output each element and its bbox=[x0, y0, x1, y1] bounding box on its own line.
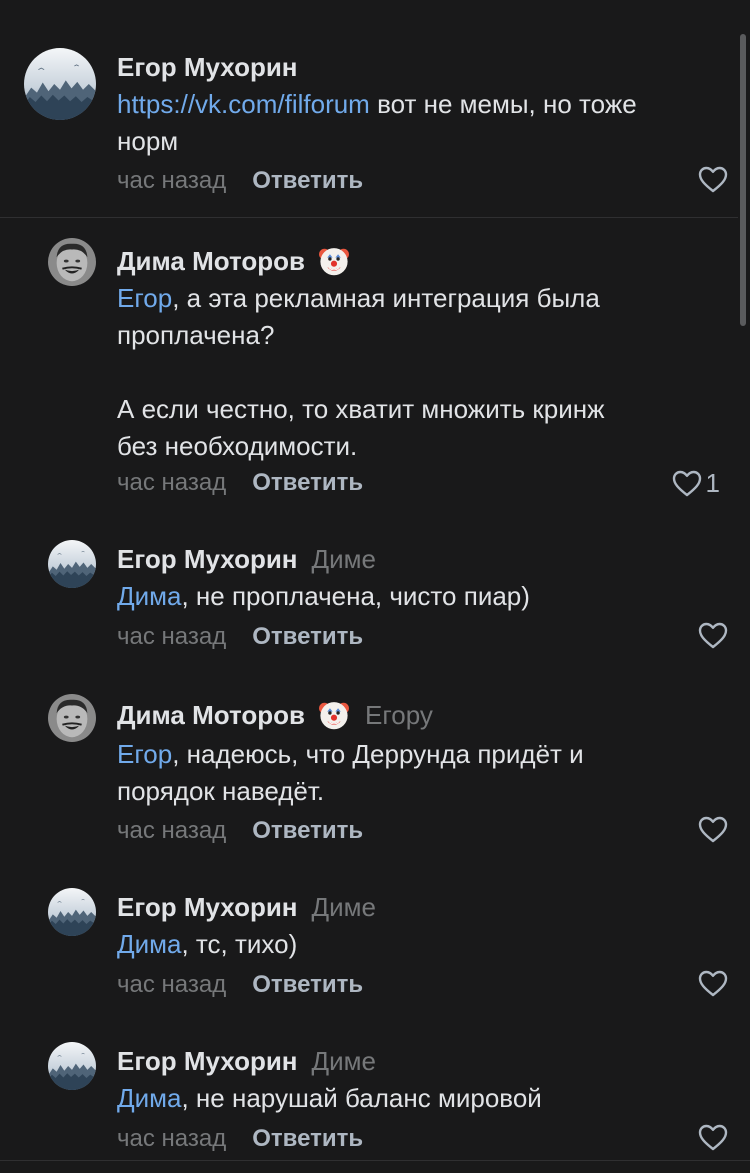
author-name[interactable]: Егор Мухорин bbox=[117, 544, 298, 574]
heart-outline-icon bbox=[672, 470, 702, 498]
comment-body: , надеюсь, что Деррунда придёт и порядок… bbox=[117, 739, 584, 806]
mention-link[interactable]: https://vk.com/filforum bbox=[117, 89, 370, 119]
comment-meta: час назад Ответить bbox=[117, 1124, 363, 1154]
avatar[interactable] bbox=[24, 48, 96, 120]
comment-body: , не нарушай баланс мировой bbox=[181, 1083, 542, 1113]
reply-to-label[interactable]: Диме bbox=[312, 892, 376, 922]
comment-time: час назад bbox=[117, 1125, 227, 1152]
like-button[interactable] bbox=[698, 166, 732, 194]
author-name[interactable]: Егор Мухорин bbox=[117, 892, 298, 922]
reply-button[interactable]: Ответить bbox=[252, 1125, 363, 1152]
reply-button[interactable]: Ответить bbox=[252, 971, 363, 998]
clown-emoji-icon bbox=[317, 698, 351, 732]
mention-link[interactable]: Егор bbox=[117, 739, 172, 769]
comment-body: , не проплачена, чисто пиар) bbox=[181, 581, 530, 611]
mention-link[interactable]: Егор bbox=[117, 283, 172, 313]
heart-outline-icon bbox=[698, 622, 728, 650]
comment-author-line: Дима Моторов bbox=[117, 244, 351, 278]
mention-link[interactable]: Дима bbox=[117, 581, 181, 611]
comment-text: Дима, не проплачена, чисто пиар) bbox=[117, 578, 717, 615]
comment-meta: час назад Ответить bbox=[117, 622, 363, 652]
comment-author-line: Егор Мухорин Диме bbox=[117, 1046, 376, 1076]
comment-text: Егор, надеюсь, что Деррунда придёт и пор… bbox=[117, 736, 717, 810]
like-button[interactable]: 1 bbox=[672, 468, 720, 499]
like-button[interactable] bbox=[698, 1124, 732, 1152]
comment-author-line: Егор Мухорин bbox=[117, 52, 298, 82]
comment-time: час назад bbox=[117, 167, 227, 194]
like-button[interactable] bbox=[698, 816, 732, 844]
like-button[interactable] bbox=[698, 622, 732, 650]
comment-time: час назад bbox=[117, 971, 227, 998]
comment-meta: час назад Ответить bbox=[117, 468, 363, 498]
comment-meta: час назад Ответить bbox=[117, 970, 363, 1000]
heart-outline-icon bbox=[698, 816, 728, 844]
author-name[interactable]: Дима Моторов bbox=[117, 700, 305, 730]
reply-button[interactable]: Ответить bbox=[252, 469, 363, 496]
comment-body: , а эта рекламная интеграция была пропла… bbox=[117, 283, 605, 461]
scrollbar[interactable] bbox=[740, 34, 746, 326]
separator bbox=[0, 1160, 750, 1161]
reply-to-label[interactable]: Диме bbox=[312, 1046, 376, 1076]
comment-text: Дима, тс, тихо) bbox=[117, 926, 717, 963]
reply-to-label[interactable]: Егору bbox=[365, 700, 433, 730]
comment-text: Егор, а эта рекламная интеграция была пр… bbox=[117, 280, 717, 465]
heart-outline-icon bbox=[698, 970, 728, 998]
avatar[interactable] bbox=[48, 888, 96, 936]
avatar[interactable] bbox=[48, 1042, 96, 1090]
comment-text: https://vk.com/filforum вот не мемы, но … bbox=[117, 86, 717, 160]
like-button[interactable] bbox=[698, 970, 732, 998]
heart-outline-icon bbox=[698, 1124, 728, 1152]
mention-link[interactable]: Дима bbox=[117, 929, 181, 959]
comment-text: Дима, не нарушай баланс мировой bbox=[117, 1080, 717, 1117]
heart-outline-icon bbox=[698, 166, 728, 194]
author-name[interactable]: Дима Моторов bbox=[117, 246, 305, 276]
reply-button[interactable]: Ответить bbox=[252, 817, 363, 844]
reply-button[interactable]: Ответить bbox=[252, 167, 363, 194]
comment-body: , тс, тихо) bbox=[181, 929, 298, 959]
mention-link[interactable]: Дима bbox=[117, 1083, 181, 1113]
comment-author-line: Егор Мухорин Диме bbox=[117, 544, 376, 574]
avatar[interactable] bbox=[48, 694, 96, 742]
avatar[interactable] bbox=[48, 540, 96, 588]
comment-meta: час назад Ответить bbox=[117, 816, 363, 846]
author-name[interactable]: Егор Мухорин bbox=[117, 52, 298, 82]
comment-time: час назад bbox=[117, 623, 227, 650]
clown-emoji-icon bbox=[317, 244, 351, 278]
reply-to-label[interactable]: Диме bbox=[312, 544, 376, 574]
comment-time: час назад bbox=[117, 817, 227, 844]
like-count: 1 bbox=[705, 468, 720, 498]
comment-meta: час назад Ответить bbox=[117, 166, 363, 196]
comment-time: час назад bbox=[117, 469, 227, 496]
separator bbox=[0, 217, 738, 218]
comment-author-line: Дима Моторов Егору bbox=[117, 698, 433, 732]
avatar[interactable] bbox=[48, 238, 96, 286]
reply-button[interactable]: Ответить bbox=[252, 623, 363, 650]
comment-author-line: Егор Мухорин Диме bbox=[117, 892, 376, 922]
author-name[interactable]: Егор Мухорин bbox=[117, 1046, 298, 1076]
